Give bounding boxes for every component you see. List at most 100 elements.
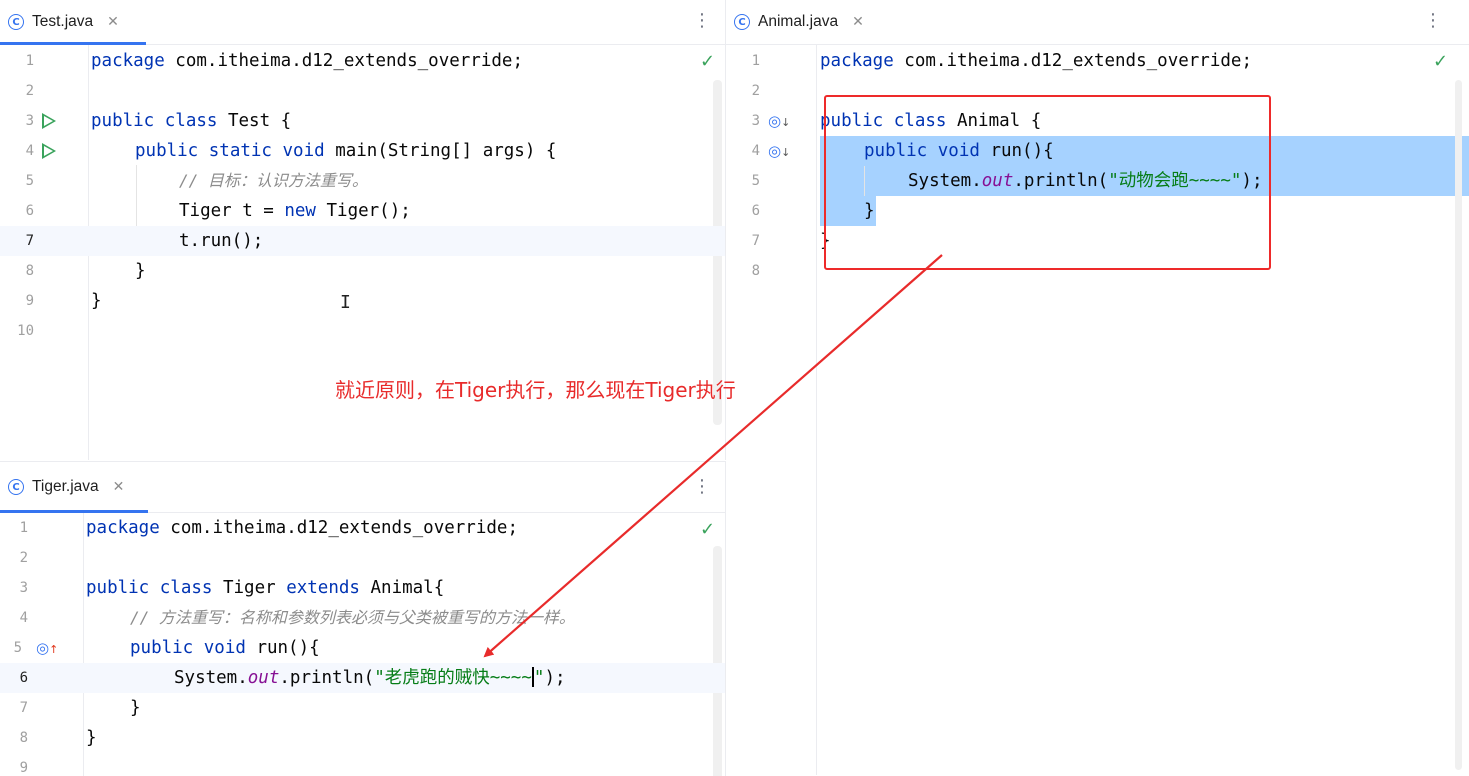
code-line: 2 — [726, 76, 1469, 106]
code-line: 8 } — [0, 723, 725, 753]
code-line: 9 — [0, 753, 725, 776]
code-text: ); — [544, 668, 566, 688]
close-icon[interactable]: ✕ — [107, 14, 119, 30]
line-number: 3 — [19, 580, 28, 596]
code-line: 2 — [0, 76, 725, 106]
line-number: 4 — [25, 143, 34, 159]
tab-label: Test.java — [32, 13, 94, 30]
code-line: 3 public class Test { — [0, 106, 725, 136]
current-code-line: 7 t.run(); — [0, 226, 725, 256]
package-name: com.itheima.d12_extends_override; — [893, 51, 1252, 71]
line-number: 7 — [25, 233, 34, 249]
class-icon: C — [8, 14, 24, 30]
line-number: 7 — [19, 700, 28, 716]
line-number: 2 — [19, 550, 28, 566]
code-text: package com.itheima.d12_extends_override… — [86, 513, 518, 543]
code-line: 2 — [0, 543, 725, 573]
tab-label: Tiger.java — [32, 478, 99, 495]
code-text: run(){ — [245, 638, 320, 658]
line-number: 8 — [19, 730, 28, 746]
overridden-method-icon[interactable]: ◎↓ — [768, 142, 790, 160]
line-number: 5 — [13, 640, 22, 656]
code-text: } — [820, 231, 831, 251]
code-text: main(String[] args) { — [324, 141, 557, 161]
line-number: 3 — [751, 113, 760, 129]
code-text: public class Animal { — [820, 106, 1041, 136]
code-text: package com.itheima.d12_extends_override… — [91, 46, 523, 76]
code-text: public void run(){ — [864, 136, 1054, 166]
tab-test-java[interactable]: C Test.java ✕ — [0, 0, 146, 45]
code-text: public class Test { — [91, 106, 291, 136]
more-options-icon[interactable]: ⋮ — [1423, 10, 1443, 32]
code-text: package com.itheima.d12_extends_override… — [820, 46, 1252, 76]
code-text: Tiger — [212, 578, 287, 598]
line-number: 2 — [751, 83, 760, 99]
run-icon[interactable] — [42, 143, 56, 159]
keyword: public void — [864, 141, 980, 161]
tiger-code-editor[interactable]: ✓ 1 package com.itheima.d12_extends_over… — [0, 513, 725, 776]
keyword: package — [820, 51, 894, 71]
more-options-icon[interactable]: ⋮ — [692, 476, 712, 498]
code-text: Test { — [217, 111, 292, 131]
mouse-text-cursor: I — [340, 292, 351, 313]
code-text: public class Tiger extends Animal{ — [86, 573, 444, 603]
overriding-method-icon[interactable]: ◎↑ — [36, 639, 58, 657]
line-number: 8 — [25, 263, 34, 279]
code-text: System. — [908, 171, 982, 191]
keyword: public static void — [135, 141, 325, 161]
line-number: 1 — [25, 53, 34, 69]
line-number: 5 — [25, 173, 34, 189]
line-number: 1 — [751, 53, 760, 69]
line-number: 8 — [751, 263, 760, 279]
line-number: 7 — [751, 233, 760, 249]
line-number: 9 — [19, 760, 28, 776]
keyword: extends — [286, 578, 360, 598]
tab-animal-java[interactable]: C Animal.java ✕ — [726, 0, 884, 44]
line-number: 10 — [17, 323, 34, 339]
keyword: public void — [130, 638, 246, 658]
animal-code-editor[interactable]: ✓ 1 package com.itheima.d12_extends_over… — [726, 45, 1469, 775]
code-text: ); — [1241, 171, 1263, 191]
code-line: 10 — [0, 316, 725, 346]
string-literal: "动物会跑~~~~" — [1108, 171, 1242, 191]
class-icon: C — [8, 479, 24, 495]
code-line: 3 public class Tiger extends Animal{ — [0, 573, 725, 603]
keyword: package — [86, 518, 160, 538]
code-line: 6 } — [726, 196, 1469, 226]
code-line: 5 ◎↑ public void run(){ — [0, 633, 725, 663]
code-line: 7 } — [0, 693, 725, 723]
line-number: 5 — [751, 173, 760, 189]
keyword: public class — [91, 111, 218, 131]
package-name: com.itheima.d12_extends_override; — [164, 51, 523, 71]
code-text: Animal { — [946, 111, 1042, 131]
string-literal: " — [533, 668, 545, 688]
code-text: Tiger(); — [315, 201, 411, 221]
run-icon[interactable] — [42, 113, 56, 129]
code-text: .println( — [279, 668, 375, 688]
more-options-icon[interactable]: ⋮ — [692, 10, 712, 32]
code-line: 8 — [726, 256, 1469, 286]
vertical-scrollbar[interactable] — [1455, 80, 1462, 770]
keyword: package — [91, 51, 165, 71]
code-line: 5 // 目标：认识方法重写。 — [0, 166, 725, 196]
code-comment: // 目标：认识方法重写。 — [179, 171, 368, 190]
close-icon[interactable]: ✕ — [113, 479, 125, 495]
code-text: System.out.println("老虎跑的贼快~~~~ "); — [174, 663, 566, 693]
overridden-method-icon[interactable]: ◎↓ — [768, 112, 790, 130]
code-text: } — [864, 201, 875, 221]
code-text: Tiger t = new Tiger(); — [179, 196, 411, 226]
code-text: Animal{ — [359, 578, 445, 598]
line-number: 2 — [25, 83, 34, 99]
animal-editor-pane: C Animal.java ✕ ⋮ ✓ 1 package com.itheim… — [726, 0, 1469, 775]
code-line: 1 package com.itheima.d12_extends_overri… — [726, 46, 1469, 76]
close-icon[interactable]: ✕ — [852, 14, 864, 30]
line-number: 6 — [751, 203, 760, 219]
code-line: 4 // 方法重写：名称和参数列表必须与父类被重写的方法一样。 — [0, 603, 725, 633]
test-tab-bar: C Test.java ✕ ⋮ — [0, 0, 725, 45]
code-text: .println( — [1013, 171, 1109, 191]
code-line: 1 package com.itheima.d12_extends_overri… — [0, 46, 725, 76]
keyword: public class — [86, 578, 213, 598]
tab-tiger-java[interactable]: C Tiger.java ✕ — [0, 462, 150, 513]
class-icon: C — [734, 14, 750, 30]
keyword: public class — [820, 111, 947, 131]
